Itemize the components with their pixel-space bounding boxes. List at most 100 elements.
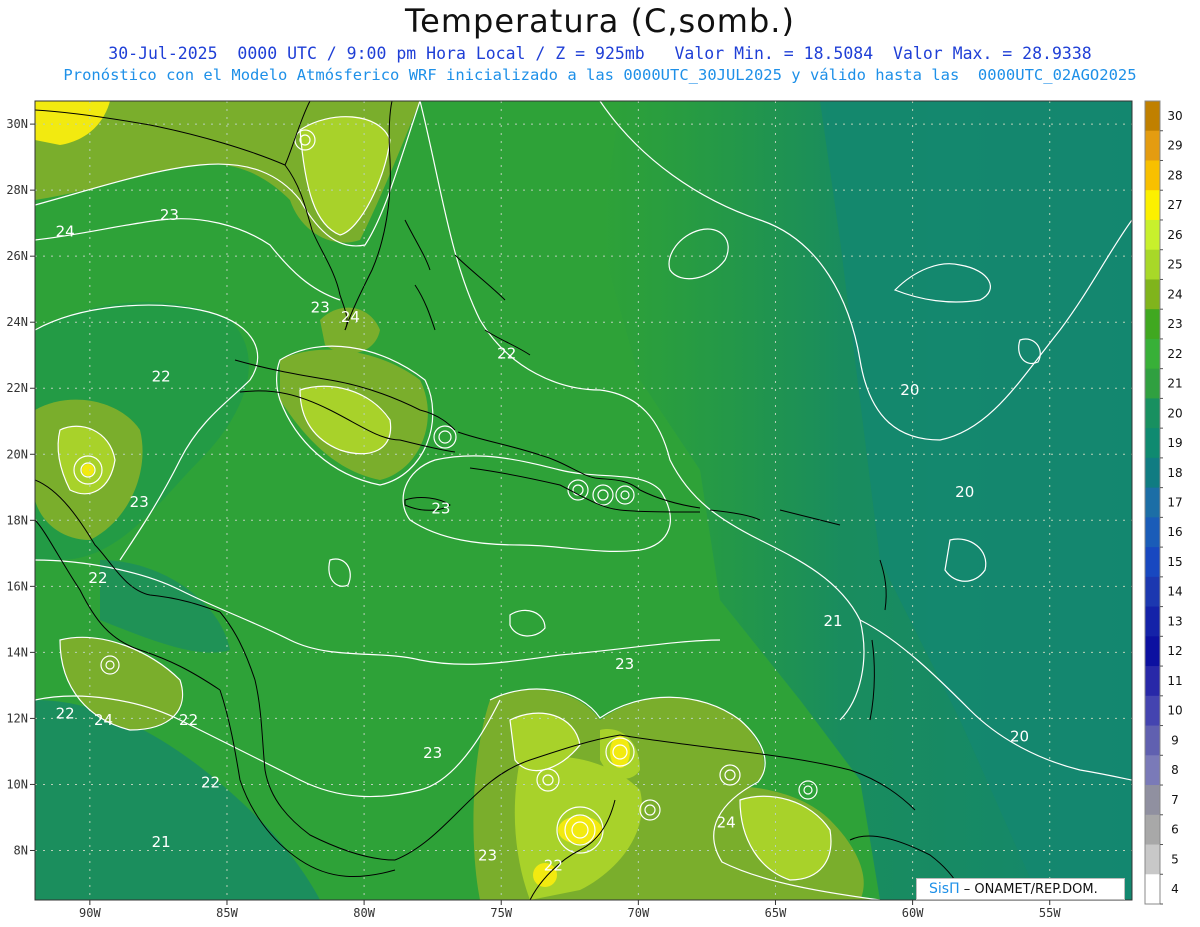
colorbar-swatch [1145, 874, 1160, 905]
colorbar-label: 25 [1167, 258, 1182, 272]
colorbar-swatch [1145, 428, 1160, 459]
lat-tick-label: 8N [14, 843, 28, 857]
colorbar-label: 17 [1167, 496, 1182, 510]
colorbar-swatch [1145, 368, 1160, 399]
colorbar-swatch [1145, 309, 1160, 340]
colorbar-swatch [1145, 547, 1160, 578]
colorbar-swatch [1145, 487, 1160, 518]
colorbar-label: 30 [1167, 109, 1182, 123]
lat-tick-label: 28N [6, 183, 28, 197]
colorbar-label: 12 [1167, 644, 1182, 658]
colorbar-label: 24 [1167, 287, 1182, 301]
colorbar: 30 29 28 27 26 25 24 23 22 21 20 19 18 17 16 15 14 13 12 11… [1144, 100, 1183, 905]
model-info-line: Pronóstico con el Modelo Atmósferico WRF… [63, 66, 1137, 84]
colorbar-swatch [1145, 725, 1160, 756]
lat-tick-label: 10N [6, 777, 28, 791]
lon-tick-label: 65W [765, 906, 787, 920]
contour-label: 21 [824, 612, 843, 630]
contour-label: 24 [341, 308, 360, 326]
contour-label: 22 [544, 856, 563, 874]
credit-text: – ONAMET/REP.DOM. [963, 882, 1098, 897]
colorbar-label: 6 [1171, 823, 1179, 837]
colorbar-label: 26 [1167, 228, 1182, 242]
colorbar-label: 4 [1171, 882, 1179, 896]
lon-tick-label: 60W [902, 906, 924, 920]
colorbar-label: 23 [1167, 317, 1182, 331]
colorbar-swatch [1145, 130, 1160, 161]
sispi-logo: SisΠ [929, 881, 960, 897]
contour-label: 24 [717, 813, 736, 831]
lat-tick-label: 14N [6, 645, 28, 659]
lat-tick-label: 12N [6, 711, 28, 725]
colorbar-swatch [1145, 695, 1160, 727]
lon-tick-label: 90W [79, 906, 101, 920]
contour-label: 23 [311, 298, 330, 316]
lat-tick-label: 26N [6, 249, 28, 263]
colorbar-swatch [1145, 219, 1160, 251]
colorbar-label: 7 [1171, 793, 1179, 807]
colorbar-label: 10 [1167, 704, 1182, 718]
contour-label: 23 [615, 655, 634, 673]
colorbar-swatch [1145, 279, 1160, 310]
colorbar-swatch [1145, 249, 1160, 280]
colorbar-label: 21 [1167, 377, 1182, 391]
contour-label: 23 [478, 846, 497, 864]
lon-tick-label: 75W [490, 906, 512, 920]
lon-tick-label: 85W [216, 906, 238, 920]
contour-label: 20 [1010, 728, 1029, 746]
latitude-axis: 30N 28N 26N 24N 22N 20N 18N 16N 14N 12N 10N 8N [6, 117, 35, 857]
colorbar-label: 11 [1167, 674, 1182, 688]
contour-label: 23 [431, 500, 450, 518]
colorbar-swatch [1145, 814, 1160, 846]
contour-label: 23 [423, 744, 442, 762]
colorbar-swatch [1145, 517, 1160, 548]
contour-label: 23 [130, 493, 149, 511]
colorbar-label: 28 [1167, 168, 1182, 182]
colorbar-label: 15 [1167, 555, 1182, 569]
longitude-axis: 90W 85W 80W 75W 70W 65W 60W 55W [79, 900, 1061, 920]
colorbar-label: 16 [1167, 525, 1182, 539]
colorbar-swatch [1145, 190, 1160, 221]
contour-label: 24 [94, 711, 113, 729]
lon-tick-label: 80W [353, 906, 375, 920]
lon-tick-label: 70W [628, 906, 650, 920]
contour-label: 22 [56, 704, 75, 722]
contour-label: 23 [160, 206, 179, 224]
contour-label: 22 [179, 711, 198, 729]
colorbar-swatch [1145, 576, 1160, 608]
colorbar-label: 22 [1167, 347, 1182, 361]
colorbar-swatch [1145, 457, 1160, 489]
colorbar-swatch [1145, 636, 1160, 667]
colorbar-label: 20 [1167, 406, 1182, 420]
lat-tick-label: 24N [6, 315, 28, 329]
lat-tick-label: 30N [6, 117, 28, 131]
lon-tick-label: 55W [1039, 906, 1061, 920]
colorbar-label: 5 [1171, 852, 1179, 866]
lat-tick-label: 22N [6, 381, 28, 395]
colorbar-swatch [1145, 606, 1160, 637]
colorbar-label: 9 [1171, 733, 1179, 747]
contour-label: 20 [900, 381, 919, 399]
colorbar-swatch [1145, 398, 1160, 429]
contour-label: 22 [497, 345, 516, 363]
credit-box: SisΠ – ONAMET/REP.DOM. [916, 878, 1125, 900]
colorbar-label: 8 [1171, 763, 1179, 777]
colorbar-label: 18 [1167, 466, 1182, 480]
colorbar-label: 14 [1167, 585, 1182, 599]
colorbar-swatch [1145, 338, 1160, 370]
lat-tick-label: 16N [6, 579, 28, 593]
contour-label: 22 [152, 368, 171, 386]
colorbar-label: 13 [1167, 614, 1182, 628]
contour-label: 22 [89, 569, 108, 587]
colorbar-swatch [1145, 666, 1160, 697]
colorbar-label: 27 [1167, 198, 1182, 212]
map-title: Temperatura (C,somb.) [405, 2, 795, 40]
colorbar-swatch [1145, 785, 1160, 816]
contour-label: 22 [201, 774, 220, 792]
lat-tick-label: 20N [6, 447, 28, 461]
colorbar-swatch [1145, 844, 1160, 875]
colorbar-swatch [1145, 755, 1160, 786]
valid-time-line: 30-Jul-2025 0000 UTC / 9:00 pm Hora Loca… [108, 44, 1092, 63]
colorbar-label: 19 [1167, 436, 1182, 450]
colorbar-swatch [1145, 101, 1160, 132]
